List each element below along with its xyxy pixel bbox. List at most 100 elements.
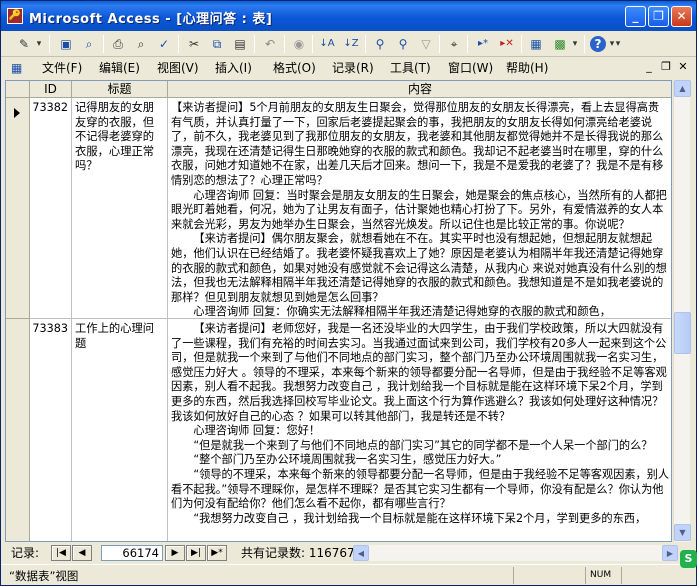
content-paragraph: 【来访者提问】偶尔朋友聚会，就想看她在不在。其实平时也没有想起她，但想起朋友就想… xyxy=(171,232,667,304)
filter-by-form-icon[interactable]: ⚲ xyxy=(394,35,412,53)
print-icon[interactable]: ⎙ xyxy=(109,35,127,53)
record-selector[interactable] xyxy=(6,98,30,319)
horizontal-scrollbar[interactable]: ◀ ▶ xyxy=(353,545,678,561)
last-record-button[interactable]: ▶| xyxy=(186,545,206,561)
new-record-button[interactable]: ▶* xyxy=(207,545,227,561)
first-record-button[interactable]: |◀ xyxy=(51,545,71,561)
file-search-icon[interactable]: ⌕ xyxy=(80,35,98,53)
dropdown-arrow-icon[interactable]: ▾ xyxy=(34,35,44,53)
menu-window[interactable]: 窗口(W) xyxy=(448,60,493,76)
database-toolbar: ✎ ▾ ▣ ⌕ ⎙ ⌕ ✓ ✂ ⧉ ▤ ↶ ◉ ↓A ↓Z ⚲ ⚲ ▽ ⌖ ▸*… xyxy=(1,31,696,57)
next-record-button[interactable]: ▶ xyxy=(165,545,185,561)
cell-content[interactable]: 【来访者提问】老师您好，我是一名还没毕业的大四学生，由于我们学校政策，所以大四就… xyxy=(168,319,671,541)
access-key-icon[interactable]: 🔑 xyxy=(7,8,23,24)
spelling-icon[interactable]: ✓ xyxy=(155,35,173,53)
toolbar-separator xyxy=(284,35,285,53)
status-pane-divider xyxy=(585,567,586,584)
print-preview-icon[interactable]: ⌕ xyxy=(132,35,150,53)
design-view-icon[interactable]: ✎ xyxy=(15,35,33,53)
database-window-icon[interactable]: ▦ xyxy=(527,35,545,53)
record-count: 共有记录数: 116767 xyxy=(241,546,355,560)
content-paragraph: “领导的不理采，本来每个新来的领导都要分配一名导师，但是由于我经验不足等客观因素… xyxy=(171,467,670,511)
column-header-id[interactable]: ID xyxy=(30,81,72,98)
access-window: 🔑 Microsoft Access - [心理问答 : 表] _ ❐ ✕ ✎ … xyxy=(0,0,697,586)
record-navigation-bar: 记录: |◀ ◀ ▶ ▶| ▶* 共有记录数: 116767 ◀ ▶ xyxy=(5,544,690,562)
content-paragraph: 心理咨询师 回复：你确实无法解释相隔半年我还清楚记得她穿的衣服的款式和颜色， xyxy=(193,305,611,319)
toolbar-options-icon[interactable]: ▾ xyxy=(613,35,623,53)
sort-ascending-icon[interactable]: ↓A xyxy=(317,35,337,53)
sort-descending-icon[interactable]: ↓Z xyxy=(341,35,361,53)
content-paragraph: 心理咨询师 回复：当时聚会是朋友女朋友的生日聚会，她是聚会的焦点核心，当然所有的… xyxy=(171,188,667,231)
mdi-close-button[interactable]: ✕ xyxy=(676,60,690,74)
restore-button[interactable]: ❐ xyxy=(648,6,669,27)
apply-filter-icon[interactable]: ▽ xyxy=(417,35,435,53)
current-record-input[interactable] xyxy=(101,545,163,561)
current-record-arrow-icon xyxy=(14,108,20,118)
hyperlink-icon[interactable]: ◉ xyxy=(290,35,308,53)
column-header-content[interactable]: 内容 xyxy=(168,81,671,98)
cell-content[interactable]: 【来访者提问】5个月前朋友的女朋友生日聚会，觉得那位朋友的女朋友长得漂亮，看上去… xyxy=(168,98,671,319)
menu-records[interactable]: 记录(R) xyxy=(332,60,374,76)
copy-icon[interactable]: ⧉ xyxy=(208,35,226,53)
title-bar[interactable]: 🔑 Microsoft Access - [心理问答 : 表] _ ❐ ✕ xyxy=(1,1,696,31)
toolbar-separator xyxy=(254,35,255,53)
mdi-restore-button[interactable]: ❐ xyxy=(659,60,673,74)
scroll-up-button[interactable]: ▲ xyxy=(674,80,691,97)
toolbar-separator xyxy=(49,35,50,53)
menu-format[interactable]: 格式(O) xyxy=(273,60,316,76)
toolbar-separator xyxy=(312,35,313,53)
mdi-minimize-button[interactable]: _ xyxy=(642,60,656,74)
scroll-left-button[interactable]: ◀ xyxy=(353,545,369,561)
content-paragraph: 【来访者提问】5个月前朋友的女朋友生日聚会，觉得那位朋友的女朋友长得漂亮，看上去… xyxy=(171,101,664,187)
cell-id[interactable]: 73382 xyxy=(30,98,72,319)
paste-icon[interactable]: ▤ xyxy=(231,35,249,53)
new-record-icon[interactable]: ▸* xyxy=(473,35,493,53)
content-paragraph: “整个部门乃至办公环境周围就我一名实习生，感觉压力好大。” xyxy=(193,453,502,467)
scroll-down-button[interactable]: ▼ xyxy=(674,524,691,541)
tray-icon[interactable]: S xyxy=(680,550,697,568)
undo-icon[interactable]: ↶ xyxy=(261,35,279,53)
find-icon[interactable]: ⌖ xyxy=(445,35,463,53)
cell-id[interactable]: 73383 xyxy=(30,319,72,541)
toolbar-separator xyxy=(365,35,366,53)
dropdown-arrow-icon[interactable]: ▾ xyxy=(570,35,580,53)
menu-help[interactable]: 帮助(H) xyxy=(506,60,548,76)
menu-view[interactable]: 视图(V) xyxy=(157,60,199,76)
status-pane-divider xyxy=(621,567,622,584)
cut-icon[interactable]: ✂ xyxy=(185,35,203,53)
status-view-mode: “数据表”视图 xyxy=(9,569,79,583)
datasheet-icon[interactable]: ▦ xyxy=(11,60,22,76)
scroll-thumb[interactable] xyxy=(674,312,691,354)
toolbar-separator xyxy=(103,35,104,53)
save-icon[interactable]: ▣ xyxy=(57,35,75,53)
new-object-icon[interactable]: ▩ xyxy=(551,35,569,53)
toolbar-separator xyxy=(584,35,585,53)
select-all-corner[interactable] xyxy=(6,81,30,98)
vertical-scrollbar[interactable]: ▲ ▼ xyxy=(673,80,691,542)
menu-edit[interactable]: 编辑(E) xyxy=(99,60,140,76)
content-paragraph: 心理咨询师 回复：您好！ xyxy=(193,424,321,438)
menu-insert[interactable]: 插入(I) xyxy=(215,60,252,76)
content-paragraph: 【来访者提问】老师您好，我是一名还没毕业的大四学生，由于我们学校政策，所以大四就… xyxy=(171,322,667,423)
filter-by-selection-icon[interactable]: ⚲ xyxy=(371,35,389,53)
minimize-button[interactable]: _ xyxy=(625,6,646,27)
toolbar-separator xyxy=(439,35,440,53)
datasheet-grid[interactable]: ID 标题 内容 73382 记得朋友的女朋友穿的衣服，但不记得老婆穿的衣服，心… xyxy=(5,80,672,542)
records-label: 记录: xyxy=(11,546,40,560)
scroll-right-button[interactable]: ▶ xyxy=(662,545,678,561)
content-paragraph: “我想努力改变自己 ，我计划给我一个目标就是能在这样环境下呆2个月，学到更多的东… xyxy=(193,511,647,525)
delete-record-icon[interactable]: ▸✕ xyxy=(497,35,517,53)
previous-record-button[interactable]: ◀ xyxy=(72,545,92,561)
help-icon[interactable]: ? xyxy=(590,36,606,52)
close-button[interactable]: ✕ xyxy=(671,6,692,27)
menu-bar: ▦ 文件(F) 编辑(E) 视图(V) 插入(I) 格式(O) 记录(R) 工具… xyxy=(1,58,696,78)
column-header-title[interactable]: 标题 xyxy=(72,81,168,98)
cell-title[interactable]: 工作上的心理问题 xyxy=(72,319,168,541)
record-selector[interactable] xyxy=(6,319,30,541)
num-lock-indicator: NUM xyxy=(590,570,612,580)
status-pane-divider xyxy=(513,567,514,584)
menu-tools[interactable]: 工具(T) xyxy=(390,60,431,76)
toolbar-separator xyxy=(467,35,468,53)
cell-title[interactable]: 记得朋友的女朋友穿的衣服，但不记得老婆穿的衣服，心理正常吗？ xyxy=(72,98,168,319)
menu-file[interactable]: 文件(F) xyxy=(42,60,82,76)
